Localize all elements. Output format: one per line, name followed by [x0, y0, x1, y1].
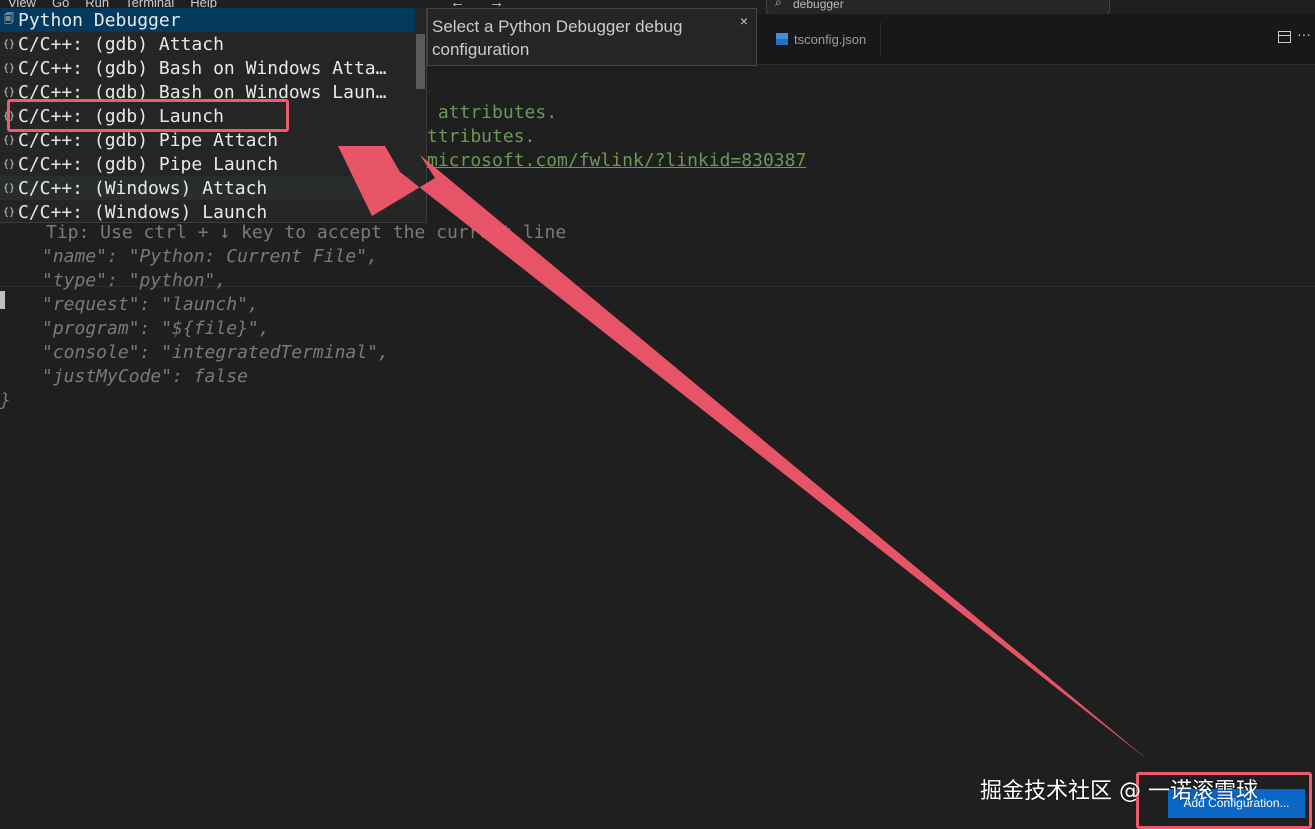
annotation-arrow-icon [338, 146, 1148, 760]
watermark-text: 掘金技术社区 @ 一诺滚雪球 [980, 779, 1258, 804]
